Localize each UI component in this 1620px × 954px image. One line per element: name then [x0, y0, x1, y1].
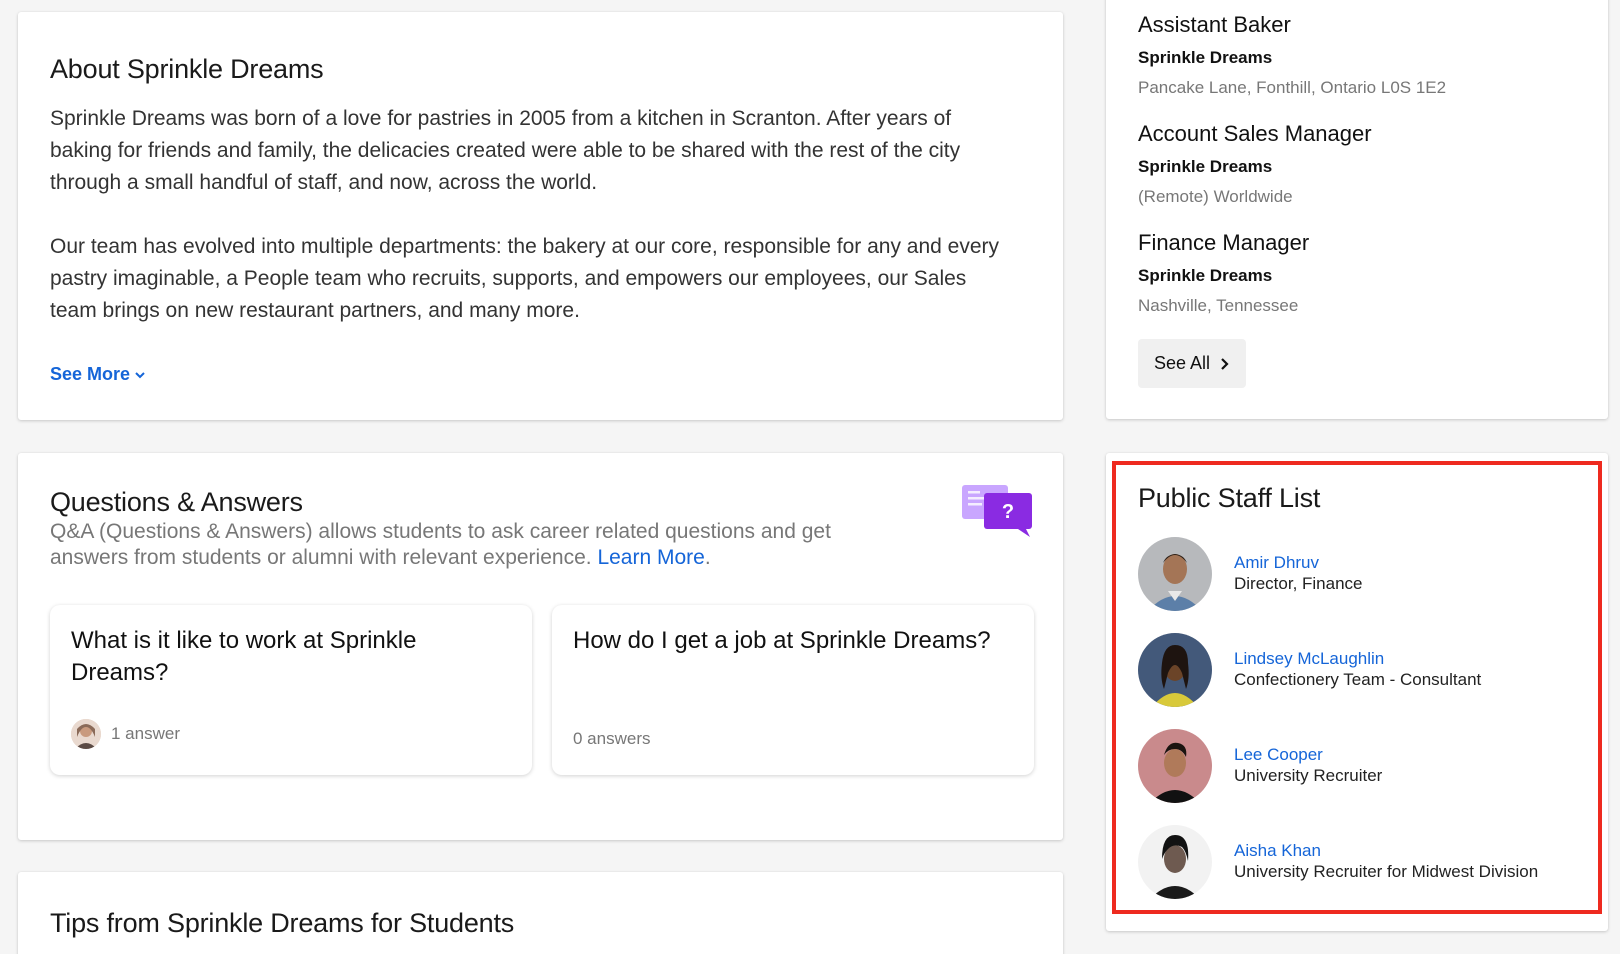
job-title: Finance Manager [1138, 230, 1310, 255]
staff-member: Aisha Khan University Recruiter for Midw… [1138, 824, 1588, 900]
qa-description-text: Q&A (Questions & Answers) allows student… [50, 520, 831, 569]
answer-count: 0 answers [573, 729, 650, 749]
staff-name-link[interactable]: Amir Dhruv [1234, 553, 1363, 573]
job-location: (Remote) Worldwide [1138, 187, 1293, 206]
qa-card: Questions & Answers Q&A (Questions & Ans… [18, 453, 1063, 840]
staff-name-link[interactable]: Aisha Khan [1234, 841, 1538, 861]
see-more-label: See More [50, 364, 131, 384]
qa-description: Q&A (Questions & Answers) allows student… [50, 519, 850, 571]
job-title: Assistant Baker [1138, 12, 1291, 37]
chevron-right-icon [1221, 357, 1229, 370]
staff-role: University Recruiter for Midwest Divisio… [1234, 862, 1539, 881]
staff-name-link[interactable]: Lindsey McLaughlin [1234, 649, 1481, 669]
jobs-card: Assistant Baker Sprinkle Dreams Pancake … [1106, 0, 1608, 419]
question-text: How do I get a job at Sprinkle Dreams? [573, 627, 991, 654]
staff-title: Public Staff List [1138, 483, 1321, 513]
answerer-avatar [71, 719, 101, 749]
tips-card: Tips from Sprinkle Dreams for Students [18, 872, 1063, 954]
question-card[interactable]: How do I get a job at Sprinkle Dreams? 0… [552, 605, 1034, 775]
qa-chat-bubbles-icon: ? [962, 485, 1032, 537]
job-location: Pancake Lane, Fonthill, Ontario L0S 1E2 [1138, 78, 1447, 97]
see-more-button[interactable]: See More [50, 364, 146, 385]
question-card[interactable]: What is it like to work at Sprinkle Drea… [50, 605, 532, 775]
avatar[interactable] [1138, 633, 1212, 707]
avatar[interactable] [1138, 729, 1212, 803]
tips-title: Tips from Sprinkle Dreams for Students [50, 908, 515, 938]
learn-more-suffix: . [704, 546, 711, 569]
staff-member: Amir Dhruv Director, Finance [1138, 536, 1588, 612]
job-item[interactable]: Account Sales Manager Sprinkle Dreams (R… [1138, 121, 1372, 207]
about-title: About Sprinkle Dreams [50, 54, 324, 84]
job-company: Sprinkle Dreams [1138, 266, 1273, 285]
job-company: Sprinkle Dreams [1138, 48, 1273, 67]
learn-more-link[interactable]: Learn More [597, 546, 704, 569]
job-item[interactable]: Assistant Baker Sprinkle Dreams Pancake … [1138, 12, 1446, 98]
job-company: Sprinkle Dreams [1138, 157, 1273, 176]
svg-text:?: ? [1002, 501, 1014, 523]
staff-member: Lee Cooper University Recruiter [1138, 728, 1588, 804]
job-location: Nashville, Tennessee [1138, 296, 1299, 315]
question-text: What is it like to work at Sprinkle Drea… [71, 627, 417, 686]
staff-role: Confectionery Team - Consultant [1234, 670, 1482, 689]
qa-title: Questions & Answers [50, 487, 303, 517]
answer-count-label: 0 answers [573, 729, 651, 748]
chevron-down-icon [135, 371, 145, 378]
answer-count-label: 1 answer [111, 724, 180, 743]
see-all-button[interactable]: See All [1138, 339, 1247, 388]
staff-member: Lindsey McLaughlin Confectionery Team - … [1138, 632, 1588, 708]
staff-role: Director, Finance [1234, 574, 1363, 593]
avatar[interactable] [1138, 825, 1212, 899]
avatar[interactable] [1138, 537, 1212, 611]
about-paragraph-1: Sprinkle Dreams was born of a love for p… [50, 107, 961, 194]
staff-card: Public Staff List Amir Dhruv Director, F… [1106, 453, 1608, 931]
job-item[interactable]: Finance Manager Sprinkle Dreams Nashvill… [1138, 230, 1309, 316]
staff-name-link[interactable]: Lee Cooper [1234, 745, 1382, 765]
staff-role: University Recruiter [1234, 766, 1383, 785]
job-title: Account Sales Manager [1138, 121, 1372, 146]
about-paragraph-2: Our team has evolved into multiple depar… [50, 235, 999, 322]
see-all-label: See All [1154, 353, 1211, 373]
answer-count: 1 answer [71, 719, 180, 749]
about-card: About Sprinkle Dreams Sprinkle Dreams wa… [18, 12, 1063, 420]
